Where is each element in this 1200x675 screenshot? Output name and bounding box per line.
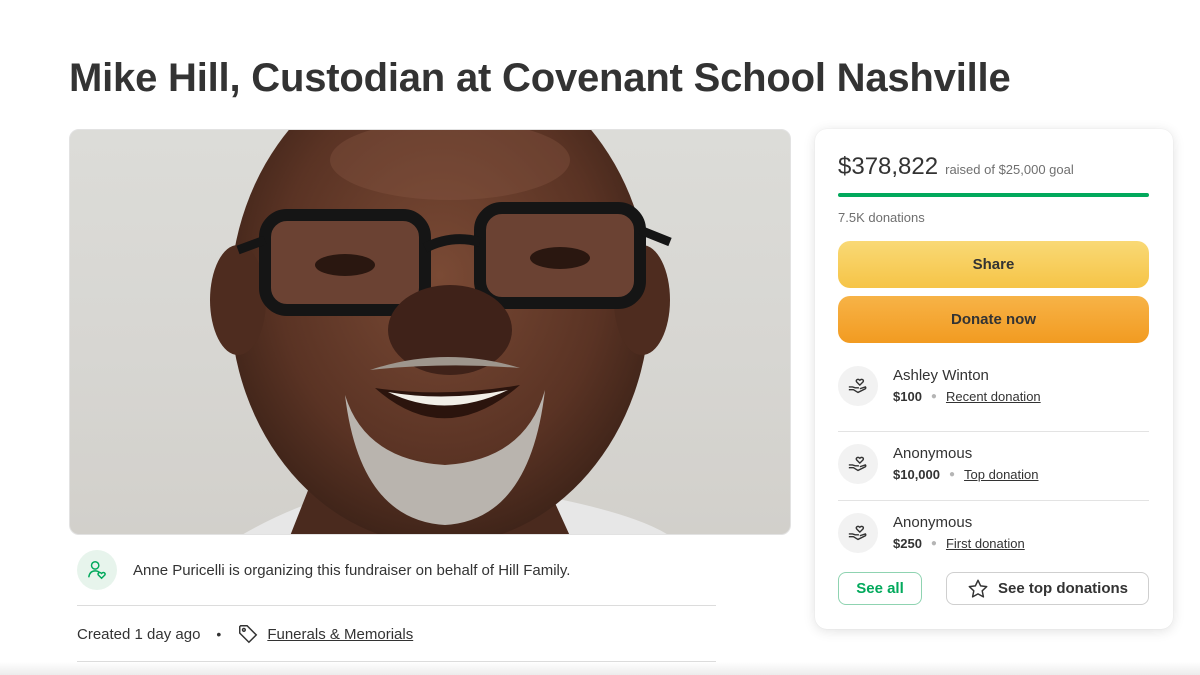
hand-heart-icon — [838, 443, 878, 484]
donor-amount: $10,000 — [893, 467, 940, 482]
raised-goal: raised of $25,000 goal — [945, 162, 1074, 177]
category-link[interactable]: Funerals & Memorials — [267, 626, 413, 643]
created-date: Created 1 day ago — [77, 625, 201, 643]
donation-type-link[interactable]: Top donation — [964, 467, 1038, 482]
hand-heart-icon — [838, 365, 878, 406]
star-icon — [967, 578, 989, 600]
donor-row: Anonymous $250 ● First donation — [838, 498, 1149, 567]
donate-now-button[interactable]: Donate now — [838, 296, 1149, 343]
hand-heart-icon — [838, 512, 878, 553]
separator-dot: ● — [949, 469, 956, 480]
portrait-illustration — [210, 130, 672, 534]
donor-name: Anonymous — [893, 445, 973, 462]
person-heart-icon — [77, 550, 117, 590]
donation-card: $378,822 raised of $25,000 goal 7.5K don… — [815, 129, 1173, 629]
donor-name: Ashley Winton — [893, 367, 989, 384]
organizer-text: Anne Puricelli is organizing this fundra… — [133, 561, 571, 579]
donation-type-link[interactable]: Recent donation — [946, 389, 1041, 404]
raised-amount: $378,822 — [838, 153, 939, 180]
see-top-donations-label: See top donations — [997, 580, 1128, 597]
divider — [77, 605, 716, 606]
page-title: Mike Hill, Custodian at Covenant School … — [69, 56, 1011, 100]
separator-dot: ● — [930, 538, 937, 549]
campaign-photo[interactable] — [69, 129, 791, 535]
donation-count: 7.5K donations — [838, 210, 925, 225]
see-top-donations-button[interactable]: See top donations — [946, 572, 1149, 605]
donor-amount: $100 — [893, 389, 922, 404]
page-bottom-edge — [0, 662, 1200, 675]
progress-bar — [838, 193, 1149, 197]
tag-icon — [237, 623, 259, 645]
donation-type-link[interactable]: First donation — [946, 536, 1025, 551]
donor-amount: $250 — [893, 536, 922, 551]
separator-dot: ● — [930, 391, 937, 402]
donor-row: Ashley Winton $100 ● Recent donation — [838, 351, 1149, 420]
donor-row: Anonymous $10,000 ● Top donation — [838, 429, 1149, 498]
see-all-button[interactable]: See all — [838, 572, 922, 605]
raised-summary: $378,822 raised of $25,000 goal — [838, 153, 1074, 181]
meta-separator: • — [216, 626, 222, 642]
progress-fill — [838, 193, 1149, 197]
donor-name: Anonymous — [893, 514, 973, 531]
share-button[interactable]: Share — [838, 241, 1149, 288]
campaign-meta: Created 1 day ago • Funerals & Memorials — [77, 620, 413, 648]
organizer-row: Anne Puricelli is organizing this fundra… — [77, 550, 717, 590]
